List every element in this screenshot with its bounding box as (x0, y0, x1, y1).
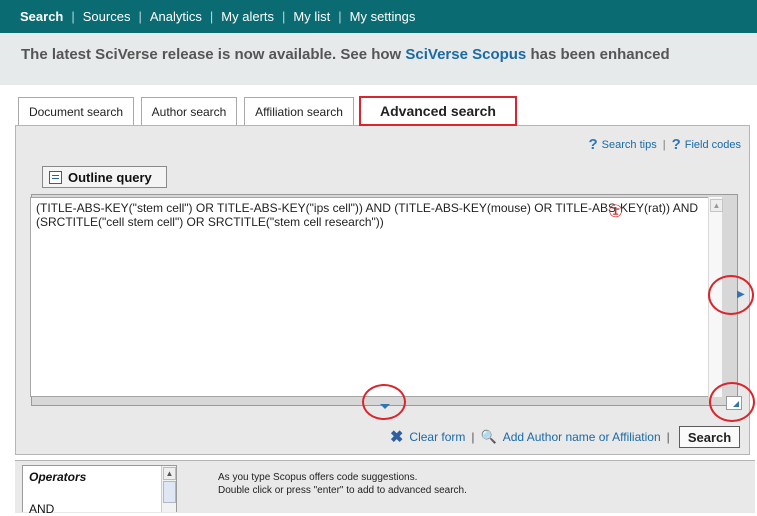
nav-my-list[interactable]: My list (293, 9, 330, 24)
help-icon: ? (671, 136, 681, 153)
tab-affiliation-search[interactable]: Affiliation search (244, 97, 354, 125)
scroll-thumb[interactable] (163, 481, 176, 503)
annotation-circle (709, 382, 755, 422)
add-author-link[interactable]: Add Author name or Affiliation (503, 430, 661, 444)
clear-icon: ✖ (390, 429, 404, 446)
nav-separator: | (71, 9, 75, 24)
operators-scrollbar[interactable]: ▲ (161, 466, 176, 512)
field-codes-link[interactable]: Field codes (685, 139, 741, 151)
operators-list[interactable]: Operators AND ▲ (22, 465, 177, 516)
banner-link[interactable]: SciVerse Scopus (405, 46, 526, 63)
nav-separator: | (338, 9, 342, 24)
nav-separator: | (209, 9, 214, 24)
hint-line-1: As you type Scopus offers code suggestio… (218, 472, 418, 483)
scroll-up-icon[interactable]: ▲ (163, 467, 176, 480)
help-links: ? Search tips | ? Field codes (589, 136, 742, 153)
query-textarea[interactable]: (TITLE-ABS-KEY("stem cell") OR TITLE-ABS… (30, 197, 720, 397)
clear-form-link[interactable]: Clear form (409, 430, 465, 444)
tab-document-search[interactable]: Document search (18, 97, 134, 125)
release-banner: The latest SciVerse release is now avail… (0, 33, 757, 85)
help-icon: ? (588, 136, 598, 153)
query-actions: ✖ Clear form | 🔍 Add Author name or Affi… (390, 427, 676, 447)
nav-my-alerts[interactable]: My alerts (221, 9, 274, 24)
banner-text-suffix: has been enhanced (526, 46, 670, 63)
separator: | (666, 430, 670, 444)
hint-line-2: Double click or press "enter" to add to … (218, 485, 467, 496)
search-tips-link[interactable]: Search tips (602, 139, 657, 151)
nav-my-settings[interactable]: My settings (350, 9, 416, 24)
banner-text-prefix: The latest SciVerse release is now avail… (21, 46, 406, 63)
separator: | (471, 430, 475, 444)
scroll-up-icon[interactable]: ▲ (710, 199, 723, 212)
outline-query-button[interactable]: Outline query (42, 166, 167, 188)
nav-sources[interactable]: Sources (83, 9, 131, 24)
separator: | (662, 138, 666, 151)
annotation-circle (362, 384, 406, 420)
search-button[interactable]: Search (679, 426, 740, 448)
nav-separator: | (282, 9, 286, 24)
list-icon (49, 170, 62, 184)
nav-separator: | (138, 9, 142, 24)
top-navigation: Search | Sources | Analytics | My alerts… (0, 0, 757, 33)
nav-search[interactable]: Search (20, 9, 63, 24)
operators-title: Operators (29, 470, 87, 484)
tab-advanced-search[interactable]: Advanced search (359, 96, 517, 126)
nav-analytics[interactable]: Analytics (150, 9, 202, 24)
tab-author-search[interactable]: Author search (141, 97, 237, 125)
operator-item[interactable]: AND (29, 502, 54, 516)
annotation-number: ① (608, 202, 624, 221)
outline-query-label: Outline query (68, 169, 152, 185)
add-search-icon: 🔍 (480, 429, 497, 444)
annotation-circle (708, 275, 754, 315)
suggestion-hint: As you type Scopus offers code suggestio… (218, 471, 467, 497)
